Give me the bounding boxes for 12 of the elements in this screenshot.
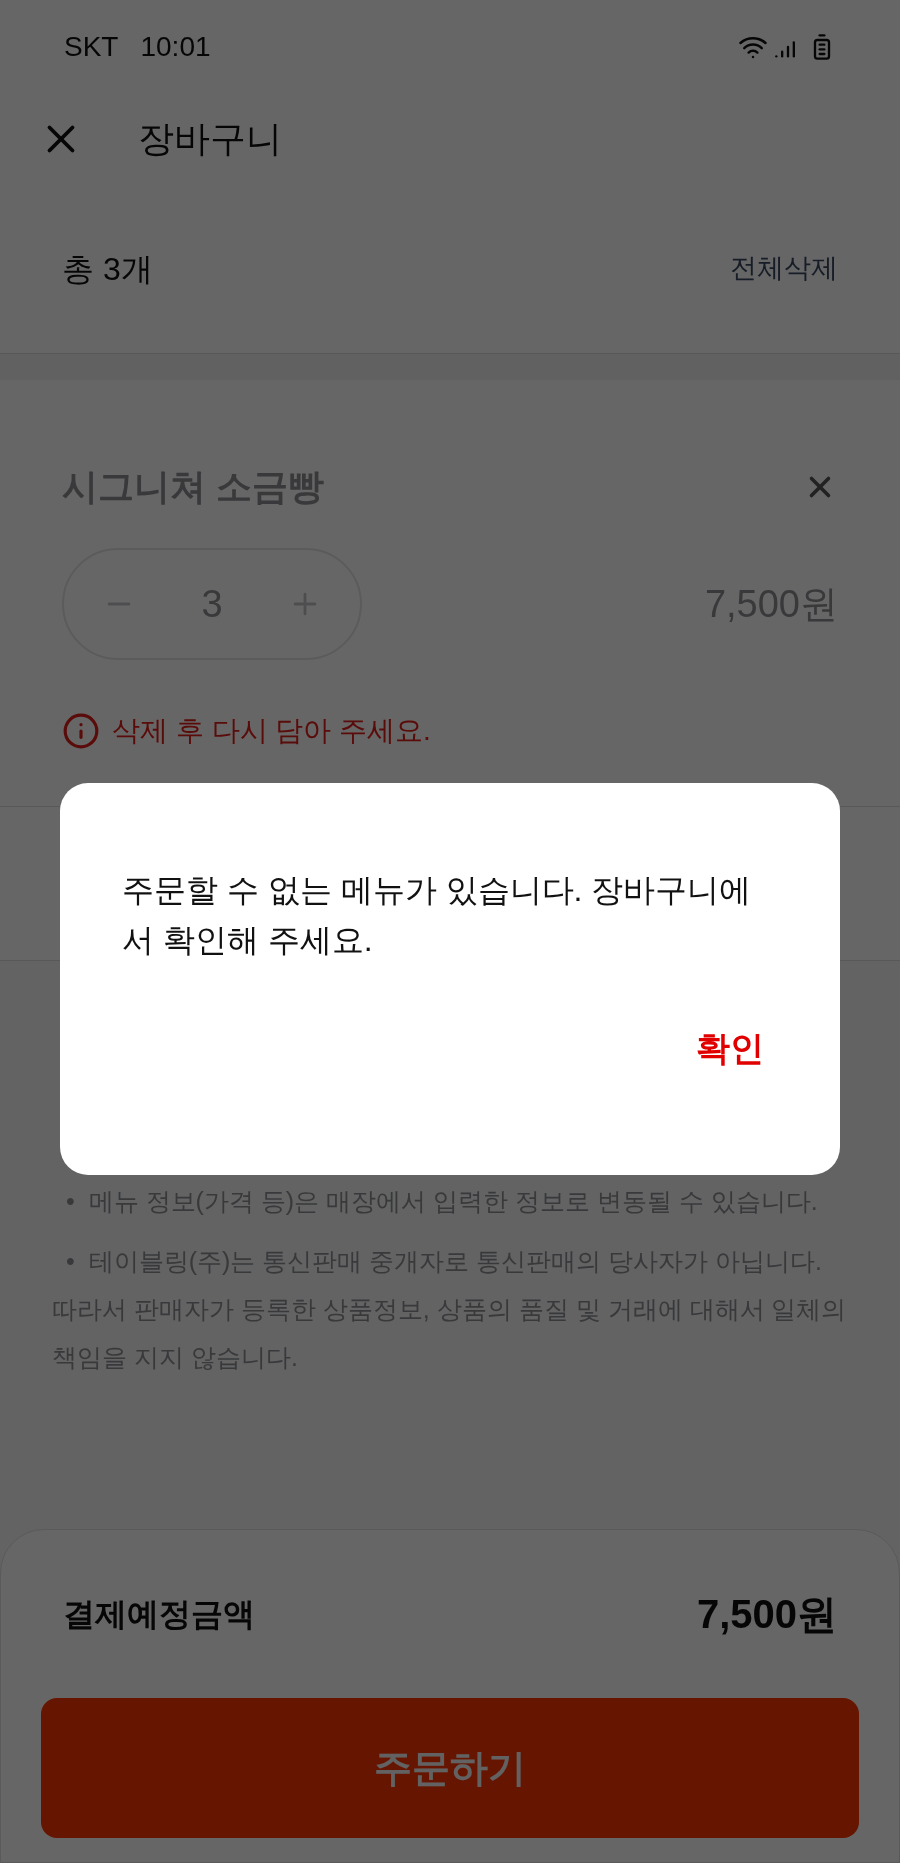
warning-text: 삭제 후 다시 담아 주세요. <box>112 714 431 748</box>
dialog-message: 주문할 수 없는 메뉴가 있습니다. 장바구니에서 확인해 주세요. <box>122 871 753 960</box>
confirm-button[interactable]: 확인 <box>696 1023 764 1074</box>
total-amount: 7,500원 <box>696 1591 837 1638</box>
total-label: 결제예정금액 <box>63 1595 255 1634</box>
order-button[interactable]: 주문하기 <box>41 1698 859 1838</box>
info-icon <box>62 712 100 750</box>
clock: 10:01 <box>140 30 211 64</box>
carrier: SKT <box>64 30 119 64</box>
item-count: 총 3개 <box>62 249 153 289</box>
delete-all-link[interactable]: 전체삭제 <box>730 248 838 289</box>
page-title: 장바구니 <box>138 117 282 161</box>
